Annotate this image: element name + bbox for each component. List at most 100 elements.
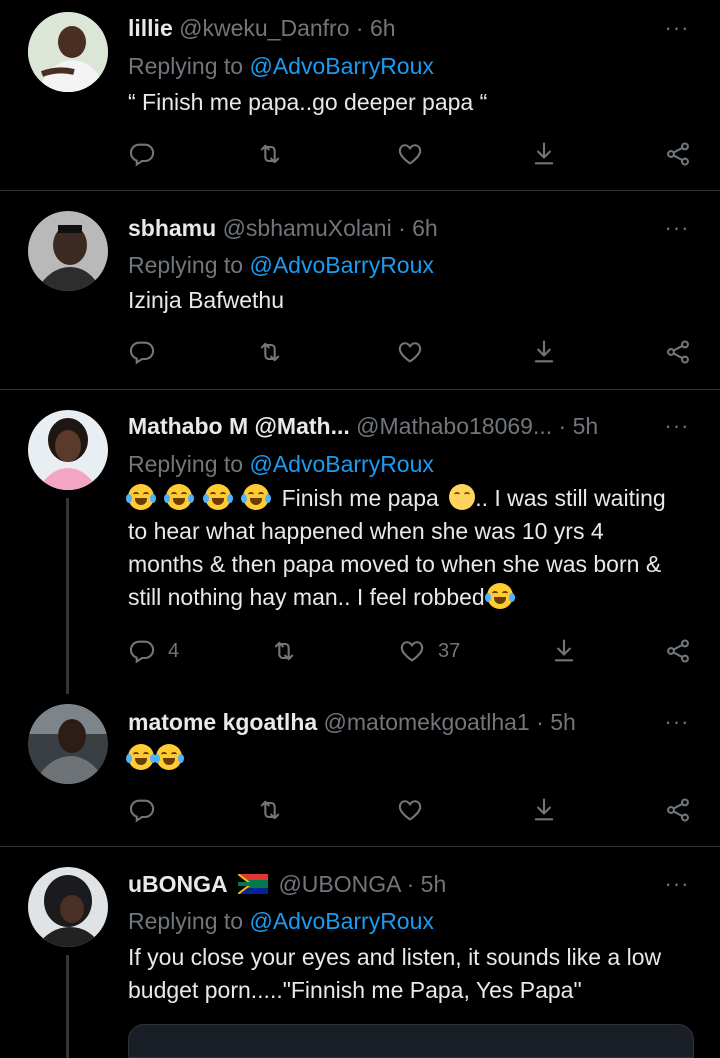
display-name[interactable]: lillie [128, 15, 173, 41]
tweet-3[interactable]: Mathabo M @Math... @Mathabo18069... · 5h… [0, 390, 720, 694]
mention-link[interactable]: @AdvoBarryRoux [249, 252, 433, 278]
replying-to-label: Replying to [128, 53, 244, 79]
download-icon [530, 140, 558, 168]
like-button[interactable] [396, 336, 424, 368]
avatar[interactable] [28, 867, 108, 947]
display-name[interactable]: Mathabo M @Math... [128, 413, 350, 439]
tweet-text [126, 742, 680, 775]
tweet-text: Finish me papa .. I was still waiting to… [126, 482, 680, 614]
laughing-emoji [126, 484, 156, 510]
more-icon[interactable]: ··· [662, 415, 692, 446]
like-button[interactable]: 37 [398, 635, 460, 667]
like-icon [396, 140, 424, 168]
woman-facepalm-emoji [449, 484, 476, 510]
timestamp[interactable]: 6h [370, 15, 396, 41]
download-button[interactable] [550, 635, 578, 667]
separator-dot: · [355, 15, 364, 41]
reply-button[interactable]: 4 [128, 635, 179, 667]
replying-to: Replying to @AdvoBarryRoux [128, 448, 434, 480]
thread-line [66, 498, 69, 694]
laughing-emoji [241, 484, 272, 510]
reply-button[interactable] [128, 336, 156, 368]
reply-icon [128, 796, 156, 824]
download-icon [550, 637, 578, 665]
share-icon [664, 140, 692, 168]
reply-button[interactable] [128, 794, 156, 826]
retweet-button[interactable] [256, 138, 284, 170]
replying-to: Replying to @AdvoBarryRoux [128, 905, 434, 937]
download-button[interactable] [530, 794, 558, 826]
more-icon[interactable]: ··· [662, 17, 692, 48]
separator-dot: · [536, 709, 544, 735]
avatar[interactable] [28, 211, 108, 291]
replying-to-label: Replying to [128, 908, 244, 934]
more-icon[interactable]: ··· [662, 217, 692, 248]
share-icon [664, 338, 692, 366]
reply-icon [128, 338, 156, 366]
retweet-button[interactable] [256, 794, 284, 826]
retweet-button[interactable] [256, 336, 284, 368]
action-bar: 4 37 [128, 635, 694, 667]
share-button[interactable] [664, 794, 692, 826]
timestamp[interactable]: 5h [550, 709, 576, 735]
share-icon [664, 796, 692, 824]
download-button[interactable] [530, 138, 558, 170]
download-button[interactable] [530, 336, 558, 368]
mention-link[interactable]: @AdvoBarryRoux [249, 451, 433, 477]
tweet-text: Izinja Bafwethu [128, 287, 284, 313]
retweet-icon [256, 796, 284, 824]
share-button[interactable] [664, 336, 692, 368]
display-name[interactable]: matome kgoatlha [128, 709, 317, 735]
timestamp[interactable]: 5h [421, 871, 447, 897]
tweet-1[interactable]: lillie @kweku_Danfro · 6h ··· Replying t… [0, 0, 720, 190]
share-button[interactable] [664, 635, 692, 667]
tweet-4[interactable]: matome kgoatlha @matomekgoatlha1 · 5h ··… [0, 690, 720, 846]
person-photo [28, 211, 108, 291]
user-handle[interactable]: @UBONGA [278, 871, 400, 897]
laughing-emoji [126, 744, 156, 770]
action-bar [128, 138, 694, 170]
person-photo [28, 867, 108, 947]
mention-link[interactable]: @AdvoBarryRoux [249, 908, 433, 934]
like-button[interactable] [396, 138, 424, 170]
action-bar [128, 794, 694, 826]
timestamp[interactable]: 5h [573, 413, 599, 439]
tweet-text: “ Finish me papa..go deeper papa “ [128, 89, 488, 115]
tweet-2[interactable]: sbhamu @sbhamuXolani · 6h ··· Replying t… [0, 191, 720, 389]
avatar[interactable] [28, 704, 108, 784]
thread-line [66, 955, 69, 1058]
laughing-emoji [202, 484, 233, 510]
mention-link[interactable]: @AdvoBarryRoux [249, 53, 433, 79]
display-name[interactable]: uBONGA [128, 871, 228, 897]
display-name[interactable]: sbhamu [128, 215, 216, 241]
like-button[interactable] [396, 794, 424, 826]
separator-dot: · [558, 413, 567, 439]
person-photo [28, 410, 108, 490]
more-icon[interactable]: ··· [662, 711, 692, 742]
user-handle[interactable]: @Mathabo18069... [356, 413, 552, 439]
replying-to: Replying to @AdvoBarryRoux [128, 50, 434, 82]
user-handle[interactable]: @matomekgoatlha1 [324, 709, 530, 735]
replying-to: Replying to @AdvoBarryRoux [128, 249, 434, 281]
laughing-emoji [484, 583, 515, 609]
person-photo [28, 704, 108, 784]
share-button[interactable] [664, 138, 692, 170]
timestamp[interactable]: 6h [412, 215, 438, 241]
user-handle[interactable]: @sbhamuXolani [223, 215, 392, 241]
tweet-text: If you close your eyes and listen, it so… [128, 944, 662, 1003]
like-icon [396, 338, 424, 366]
retweet-icon [270, 637, 298, 665]
laughing-emoji [164, 484, 195, 510]
reply-button[interactable] [128, 138, 156, 170]
south-africa-flag-icon [238, 874, 269, 894]
media-preview[interactable] [128, 1024, 694, 1058]
retweet-button[interactable] [270, 635, 298, 667]
avatar[interactable] [28, 12, 108, 92]
reply-icon [128, 140, 156, 168]
user-handle[interactable]: @kweku_Danfro [179, 15, 349, 41]
avatar[interactable] [28, 410, 108, 490]
replying-to-label: Replying to [128, 451, 244, 477]
reply-count: 4 [168, 639, 180, 662]
more-icon[interactable]: ··· [662, 873, 692, 904]
laughing-emoji [154, 744, 184, 770]
